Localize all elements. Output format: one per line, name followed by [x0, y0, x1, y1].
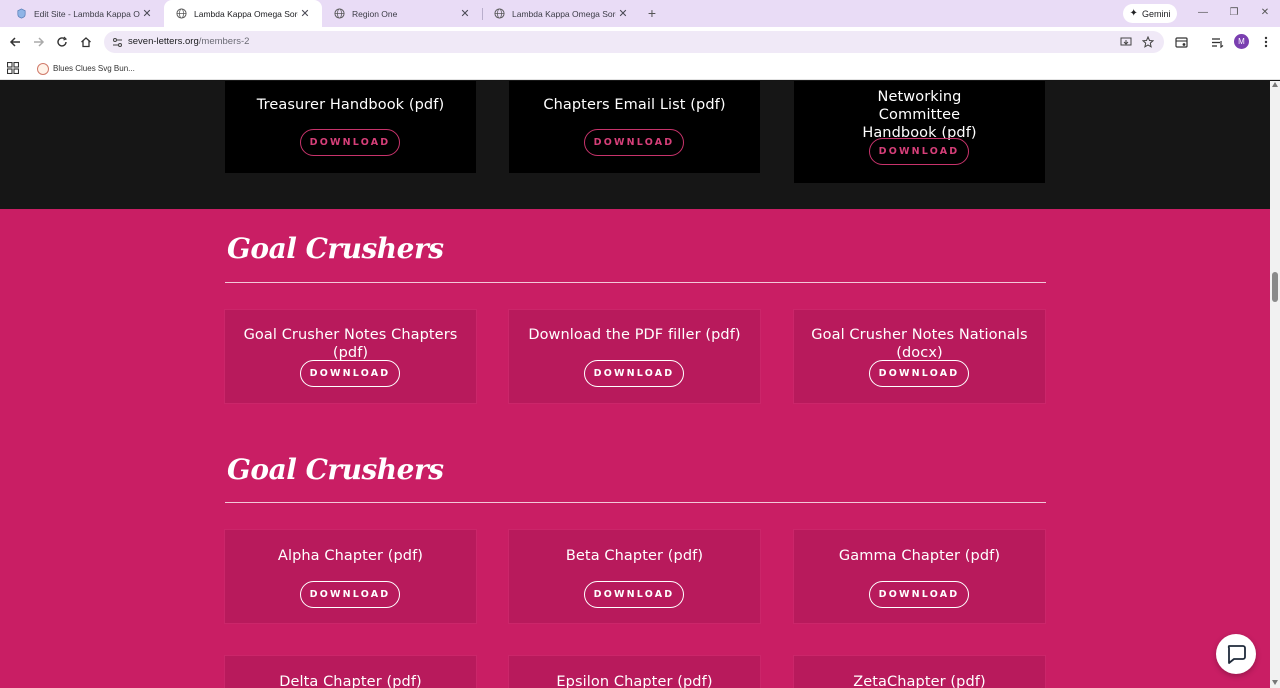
- gemini-label: Gemini: [1141, 8, 1171, 19]
- section-heading: Goal Crushers: [227, 232, 444, 265]
- resource-card: Download the PDF filler (pdf) DOWNLOAD: [509, 310, 760, 403]
- dark-resources-section: Treasurer Handbook (pdf) DOWNLOAD Chapte…: [0, 81, 1270, 209]
- tab-region-one[interactable]: Region One ✕: [322, 0, 482, 27]
- download-button[interactable]: DOWNLOAD: [300, 581, 400, 608]
- resource-card: Delta Chapter (pdf): [225, 656, 476, 688]
- menu-kebab-icon[interactable]: [1257, 33, 1275, 51]
- site-icon: [17, 8, 26, 19]
- tab-lambda-kappa-omega-2[interactable]: Lambda Kappa Omega Sorority ✕: [482, 0, 640, 27]
- download-button[interactable]: DOWNLOAD: [869, 360, 969, 387]
- back-button[interactable]: [6, 33, 24, 51]
- card-title: Goal Crusher Notes Chapters (pdf): [243, 327, 458, 361]
- url-host: seven-letters.org: [128, 36, 199, 47]
- resource-card: Treasurer Handbook (pdf) DOWNLOAD: [225, 81, 476, 173]
- card-title: Epsilon Chapter (pdf): [556, 674, 713, 688]
- tab-edit-site[interactable]: Edit Site - Lambda Kappa Omega ✕: [4, 0, 164, 27]
- tab-strip: Edit Site - Lambda Kappa Omega ✕ Lambda …: [0, 0, 1280, 27]
- chat-button[interactable]: [1216, 634, 1256, 674]
- resource-card: Goal Crusher Notes Chapters (pdf) DOWNLO…: [225, 310, 476, 403]
- resource-card: ZetaChapter (pdf): [794, 656, 1045, 688]
- bookmark-label: Blues Clues Svg Bun...: [53, 64, 135, 73]
- globe-icon: [334, 8, 345, 19]
- window-close-button[interactable]: ✕: [1256, 5, 1274, 21]
- new-tab-button[interactable]: +: [644, 5, 660, 21]
- restore-button[interactable]: ❐: [1225, 5, 1243, 21]
- address-bar[interactable]: seven-letters.org/members-2: [104, 31, 1164, 53]
- tab-lambda-kappa-omega[interactable]: Lambda Kappa Omega Sorority ✕: [164, 0, 322, 27]
- apps-grid-icon[interactable]: [7, 62, 19, 74]
- card-title: Beta Chapter (pdf): [565, 548, 704, 564]
- download-button[interactable]: DOWNLOAD: [584, 129, 684, 156]
- download-button[interactable]: DOWNLOAD: [869, 138, 969, 165]
- resource-card: Beta Chapter (pdf) DOWNLOAD: [509, 530, 760, 623]
- forward-button[interactable]: [30, 33, 48, 51]
- card-title: ZetaChapter (pdf): [853, 674, 986, 688]
- browser-toolbar: seven-letters.org/members-2 M: [0, 27, 1280, 57]
- gemini-button[interactable]: ✦ Gemini: [1123, 4, 1177, 23]
- customize-chrome-icon[interactable]: [1172, 33, 1190, 51]
- close-icon[interactable]: ✕: [616, 7, 630, 20]
- reload-icon: [57, 36, 68, 47]
- section-divider: [225, 282, 1046, 283]
- install-app-icon[interactable]: [1118, 34, 1134, 50]
- bookmark-item[interactable]: Blues Clues Svg Bun...: [37, 61, 135, 76]
- bookmark-star-icon[interactable]: [1140, 34, 1156, 50]
- minimize-button[interactable]: —: [1194, 5, 1212, 21]
- reading-list-icon[interactable]: [1208, 33, 1226, 51]
- section-divider: [225, 502, 1046, 503]
- resource-card: Chapters Email List (pdf) DOWNLOAD: [509, 81, 760, 173]
- scrollbar-thumb[interactable]: [1272, 272, 1278, 302]
- card-title: Delta Chapter (pdf): [279, 674, 422, 688]
- url-path: /members-2: [198, 36, 250, 47]
- scroll-up-arrow-icon[interactable]: [1272, 82, 1278, 87]
- tab-title: Lambda Kappa Omega Sorority: [194, 8, 298, 19]
- page-scrollbar[interactable]: [1270, 81, 1280, 688]
- arrow-left-icon: [9, 37, 20, 47]
- url-text: seven-letters.org/members-2: [128, 36, 249, 47]
- arrow-right-icon: [34, 37, 45, 47]
- card-title: Gamma Chapter (pdf): [838, 548, 1001, 564]
- resource-card: Gamma Chapter (pdf) DOWNLOAD: [794, 530, 1045, 623]
- close-icon[interactable]: ✕: [458, 7, 472, 20]
- scroll-down-arrow-icon[interactable]: [1272, 680, 1278, 685]
- close-icon[interactable]: ✕: [298, 7, 312, 20]
- bookmark-favicon-icon: [37, 62, 49, 75]
- tab-title: Region One: [352, 8, 398, 19]
- reload-button[interactable]: [53, 33, 71, 51]
- home-button[interactable]: [77, 33, 95, 51]
- download-button[interactable]: DOWNLOAD: [300, 129, 400, 156]
- globe-icon: [494, 8, 505, 19]
- download-button[interactable]: DOWNLOAD: [584, 581, 684, 608]
- bookmarks-bar: Blues Clues Svg Bun...: [0, 57, 1280, 80]
- resource-card: Goal Crusher Notes Nationals (docx) DOWN…: [794, 310, 1045, 403]
- download-button[interactable]: DOWNLOAD: [869, 581, 969, 608]
- section-heading: Goal Crushers: [227, 453, 444, 486]
- resource-card: Alpha Chapter (pdf) DOWNLOAD: [225, 530, 476, 623]
- profile-avatar[interactable]: M: [1234, 34, 1249, 49]
- tab-title: Lambda Kappa Omega Sorority: [512, 8, 616, 19]
- download-button[interactable]: DOWNLOAD: [584, 360, 684, 387]
- resource-card: Networking Committee Handbook (pdf) DOWN…: [794, 81, 1045, 183]
- card-title: Goal Crusher Notes Nationals (docx): [811, 327, 1028, 361]
- home-icon: [81, 37, 91, 48]
- card-title: Alpha Chapter (pdf): [277, 548, 424, 564]
- card-title: Networking Committee Handbook (pdf): [862, 89, 977, 141]
- card-title: Treasurer Handbook (pdf): [256, 97, 445, 113]
- close-icon[interactable]: ✕: [140, 7, 154, 20]
- tab-title: Edit Site - Lambda Kappa Omega: [34, 8, 140, 19]
- sparkle-icon: ✦: [1129, 8, 1138, 19]
- card-title: Chapters Email List (pdf): [543, 97, 726, 113]
- pink-resources-section: Goal Crushers Goal Crusher Notes Chapter…: [0, 209, 1270, 688]
- card-title: Download the PDF filler (pdf): [528, 327, 741, 343]
- resource-card: Epsilon Chapter (pdf): [509, 656, 760, 688]
- page-viewport: Treasurer Handbook (pdf) DOWNLOAD Chapte…: [0, 81, 1270, 688]
- site-settings-icon[interactable]: [110, 35, 124, 49]
- chat-bubble-icon: [1227, 645, 1246, 664]
- download-button[interactable]: DOWNLOAD: [300, 360, 400, 387]
- globe-icon: [176, 8, 187, 19]
